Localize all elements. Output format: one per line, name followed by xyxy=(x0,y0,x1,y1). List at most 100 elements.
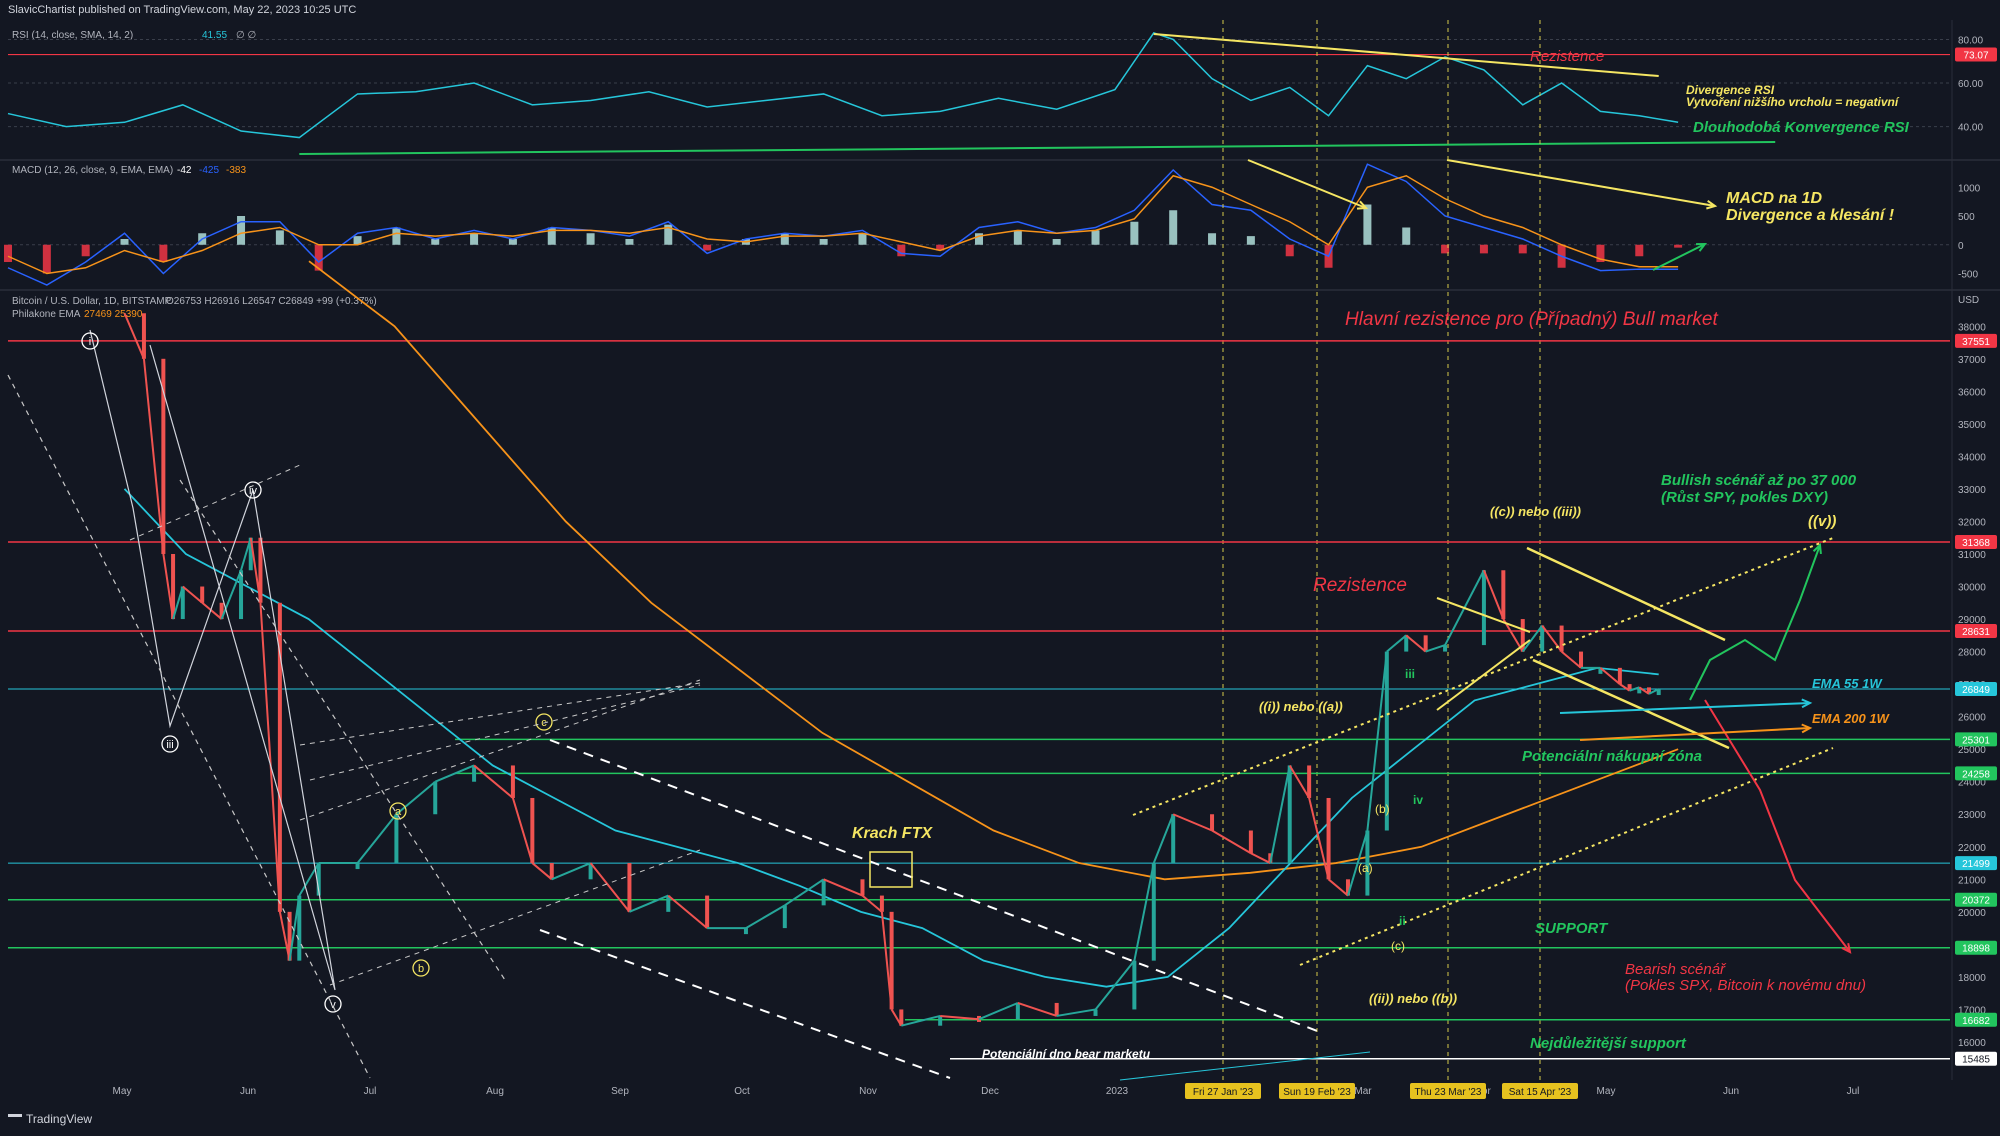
macd-histogram-bar xyxy=(858,233,867,245)
macd-histogram-bar xyxy=(1208,233,1217,245)
price-segment xyxy=(1308,797,1330,880)
macd-histogram-bar xyxy=(275,230,284,245)
price-segment xyxy=(259,602,281,912)
most-support-annotation: Nejdůležitější support xyxy=(1530,1035,1687,1052)
price-segment xyxy=(395,780,436,816)
main-resistance-annotation: Hlavní rezistence pro (Případný) Bull ma… xyxy=(1345,309,1718,330)
price-ytick-12: 28000 xyxy=(1958,648,1986,659)
rsi-divergence-note: Vytvoření nižšího vrcholu = negativní xyxy=(1686,95,1900,109)
macd-histogram-bar xyxy=(1013,230,1022,245)
macd-histogram-bar xyxy=(897,244,906,257)
wave-label-w_v: v xyxy=(330,999,336,1011)
price-segment xyxy=(745,904,786,929)
macd-histogram-bar xyxy=(159,244,168,262)
sub-wave-iv: iv xyxy=(1413,793,1423,807)
tradingview-logo-icon xyxy=(8,1113,22,1126)
level-badge-7: 20372 xyxy=(1962,896,1990,907)
price-segment xyxy=(1172,813,1213,832)
channel-bc xyxy=(299,682,701,746)
price-candle xyxy=(1171,814,1176,864)
chart-svg: RSI (14, close, SMA, 14, 2) 41.55 ∅ ∅40.00… xyxy=(0,20,2000,1099)
wedge-top xyxy=(1526,546,1726,642)
price-segment xyxy=(511,797,534,864)
xtick-0: May xyxy=(113,1086,132,1097)
sub-wave-a: (a) xyxy=(1358,861,1373,875)
price-ytick-16: 32000 xyxy=(1958,517,1986,528)
macd-value-macd: -425 xyxy=(199,165,219,176)
xtick-14: Jul xyxy=(1847,1086,1860,1097)
macd-histogram-bar xyxy=(1130,221,1139,245)
wedge-small-bottom xyxy=(1436,639,1531,711)
xtick-5: Oct xyxy=(734,1086,750,1097)
price-candle xyxy=(1326,797,1331,880)
macd-histogram-bar xyxy=(780,233,789,245)
rsi-series-line xyxy=(7,32,1679,139)
price-segment xyxy=(1327,878,1349,897)
macd-histogram-bar xyxy=(703,244,712,251)
price-candle xyxy=(1093,1009,1098,1016)
brand-text: TradingView xyxy=(26,1112,93,1126)
macd-histogram-bar xyxy=(586,233,595,245)
price-ytick-21: 37000 xyxy=(1958,355,1986,366)
date-marker-3: Sat 15 Apr '23 xyxy=(1509,1087,1572,1098)
price-candle xyxy=(889,911,894,1010)
price-segment xyxy=(978,1002,1019,1021)
xtick-1: Jun xyxy=(240,1086,256,1097)
price-segment xyxy=(1482,569,1505,620)
ema200-annotation: EMA 200 1W xyxy=(1812,711,1891,726)
bear-bottom-annotation: Potenciální dno bear marketu xyxy=(982,1047,1151,1061)
price-ytick-15: 31000 xyxy=(1958,550,1986,561)
price-segment xyxy=(1541,624,1563,653)
price-segment xyxy=(1056,1008,1096,1017)
price-segment xyxy=(551,862,591,881)
price-segment xyxy=(1269,765,1291,864)
channel-ab xyxy=(309,684,701,781)
macd-value-signal: -383 xyxy=(226,165,246,176)
macd-histogram-bar xyxy=(625,239,634,245)
macd-ytick-0: 1000 xyxy=(1958,183,1981,194)
level-badge-8: 18898 xyxy=(1962,944,1990,955)
price-candle xyxy=(171,553,176,620)
price-segment xyxy=(1560,650,1582,669)
level-badge-10: 15485 xyxy=(1962,1055,1990,1066)
price-candle xyxy=(1307,765,1312,798)
sub-wave-b: (b) xyxy=(1375,802,1390,816)
resistance-annotation: Rezistence xyxy=(1313,575,1407,596)
rsi-ytick-0: 40.00 xyxy=(1958,123,1983,134)
price-candle xyxy=(200,586,205,603)
price-ytick-19: 35000 xyxy=(1958,420,1986,431)
macd-histogram-bar xyxy=(819,239,828,245)
price-candle xyxy=(239,570,244,620)
wave-v-label: ((v)) xyxy=(1808,513,1836,530)
price-ytick-18: 34000 xyxy=(1958,452,1986,463)
ema55-arrow xyxy=(1559,702,1811,714)
price-candle xyxy=(433,781,438,815)
macd-histogram-bar xyxy=(1285,244,1294,257)
price-candle xyxy=(277,602,282,912)
price-candle xyxy=(1501,570,1506,620)
support-annotation: SUPPORT xyxy=(1535,920,1609,937)
price-candle xyxy=(1423,635,1428,652)
date-marker-1: Sun 19 Feb '23 xyxy=(1283,1087,1351,1098)
price-candle xyxy=(549,863,554,880)
macd-value-hist: -42 xyxy=(177,165,192,176)
macd-histogram-bar xyxy=(1402,227,1411,245)
macd-histogram-bar xyxy=(1518,244,1527,254)
price-candle xyxy=(1540,625,1545,652)
bearish-arrow xyxy=(1704,699,1851,953)
price-candle xyxy=(782,905,787,929)
price-candle xyxy=(297,895,302,961)
bullish-annotation-note: (Růst SPY, pokles DXY) xyxy=(1661,489,1828,506)
price-ytick-14: 30000 xyxy=(1958,583,1986,594)
price-segment xyxy=(1250,852,1271,864)
price-ytick-2: 18000 xyxy=(1958,973,1986,984)
price-segment xyxy=(1405,634,1427,653)
price-ytick-7: 23000 xyxy=(1958,810,1986,821)
price-segment xyxy=(531,862,553,881)
price-candle xyxy=(821,879,826,906)
price-segment xyxy=(1425,644,1446,653)
wave-structure xyxy=(89,329,336,991)
price-candle xyxy=(938,1015,943,1026)
rsi-extra: ∅ ∅ xyxy=(236,30,256,41)
price-segment xyxy=(1386,634,1407,653)
